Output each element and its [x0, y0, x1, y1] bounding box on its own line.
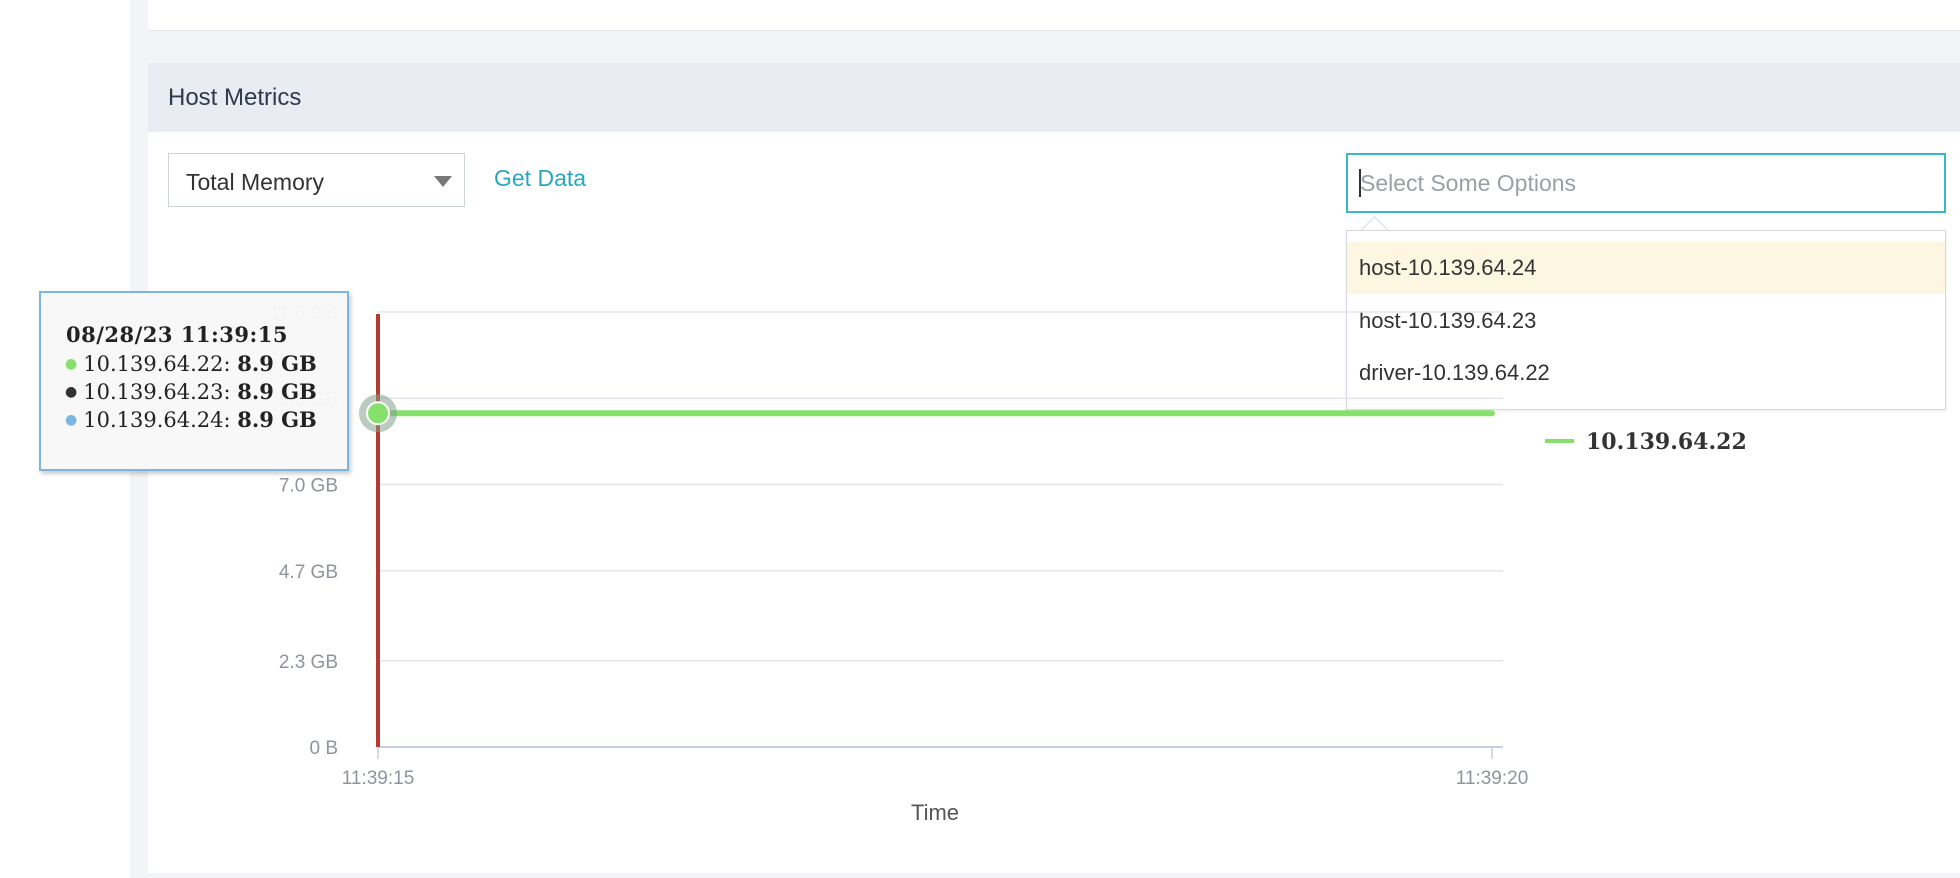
x-axis-title: Time	[911, 800, 959, 825]
tooltip-row-value: 8.9 GB	[237, 407, 317, 432]
x-tick-label: 11:39:20	[1456, 768, 1529, 789]
y-tick-label: 7.0 GB	[279, 476, 338, 497]
legend-label: 10.139.64.22	[1586, 429, 1747, 455]
tooltip-row-label: 10.139.64.22	[83, 352, 224, 376]
y-tick-label: 0 B	[309, 738, 338, 759]
y-tick-label: 4.7 GB	[279, 562, 338, 583]
hover-point	[366, 401, 390, 426]
tooltip-row: ● 10.139.64.23: 8.9 GB	[65, 379, 317, 404]
tooltip-row-label: 10.139.64.23	[83, 380, 224, 404]
tooltip-row-value: 8.9 GB	[237, 379, 317, 404]
y-tick-label: 2.3 GB	[279, 652, 338, 673]
chart-tooltip: 08/28/23 11:39:15 ● 10.139.64.22: 8.9 GB …	[39, 291, 349, 471]
tooltip-row-value: 8.9 GB	[237, 351, 317, 376]
series-dot-icon: ●	[65, 356, 78, 372]
tooltip-row: ● 10.139.64.22: 8.9 GB	[65, 351, 317, 376]
series-dot-icon: ●	[65, 384, 78, 400]
series-dot-icon: ●	[65, 412, 78, 428]
tooltip-row-label: 10.139.64.24	[83, 408, 224, 432]
tooltip-row: ● 10.139.64.24: 8.9 GB	[65, 407, 317, 432]
tooltip-title: 08/28/23 11:39:15	[66, 322, 288, 347]
x-tick-label: 11:39:15	[342, 768, 415, 789]
